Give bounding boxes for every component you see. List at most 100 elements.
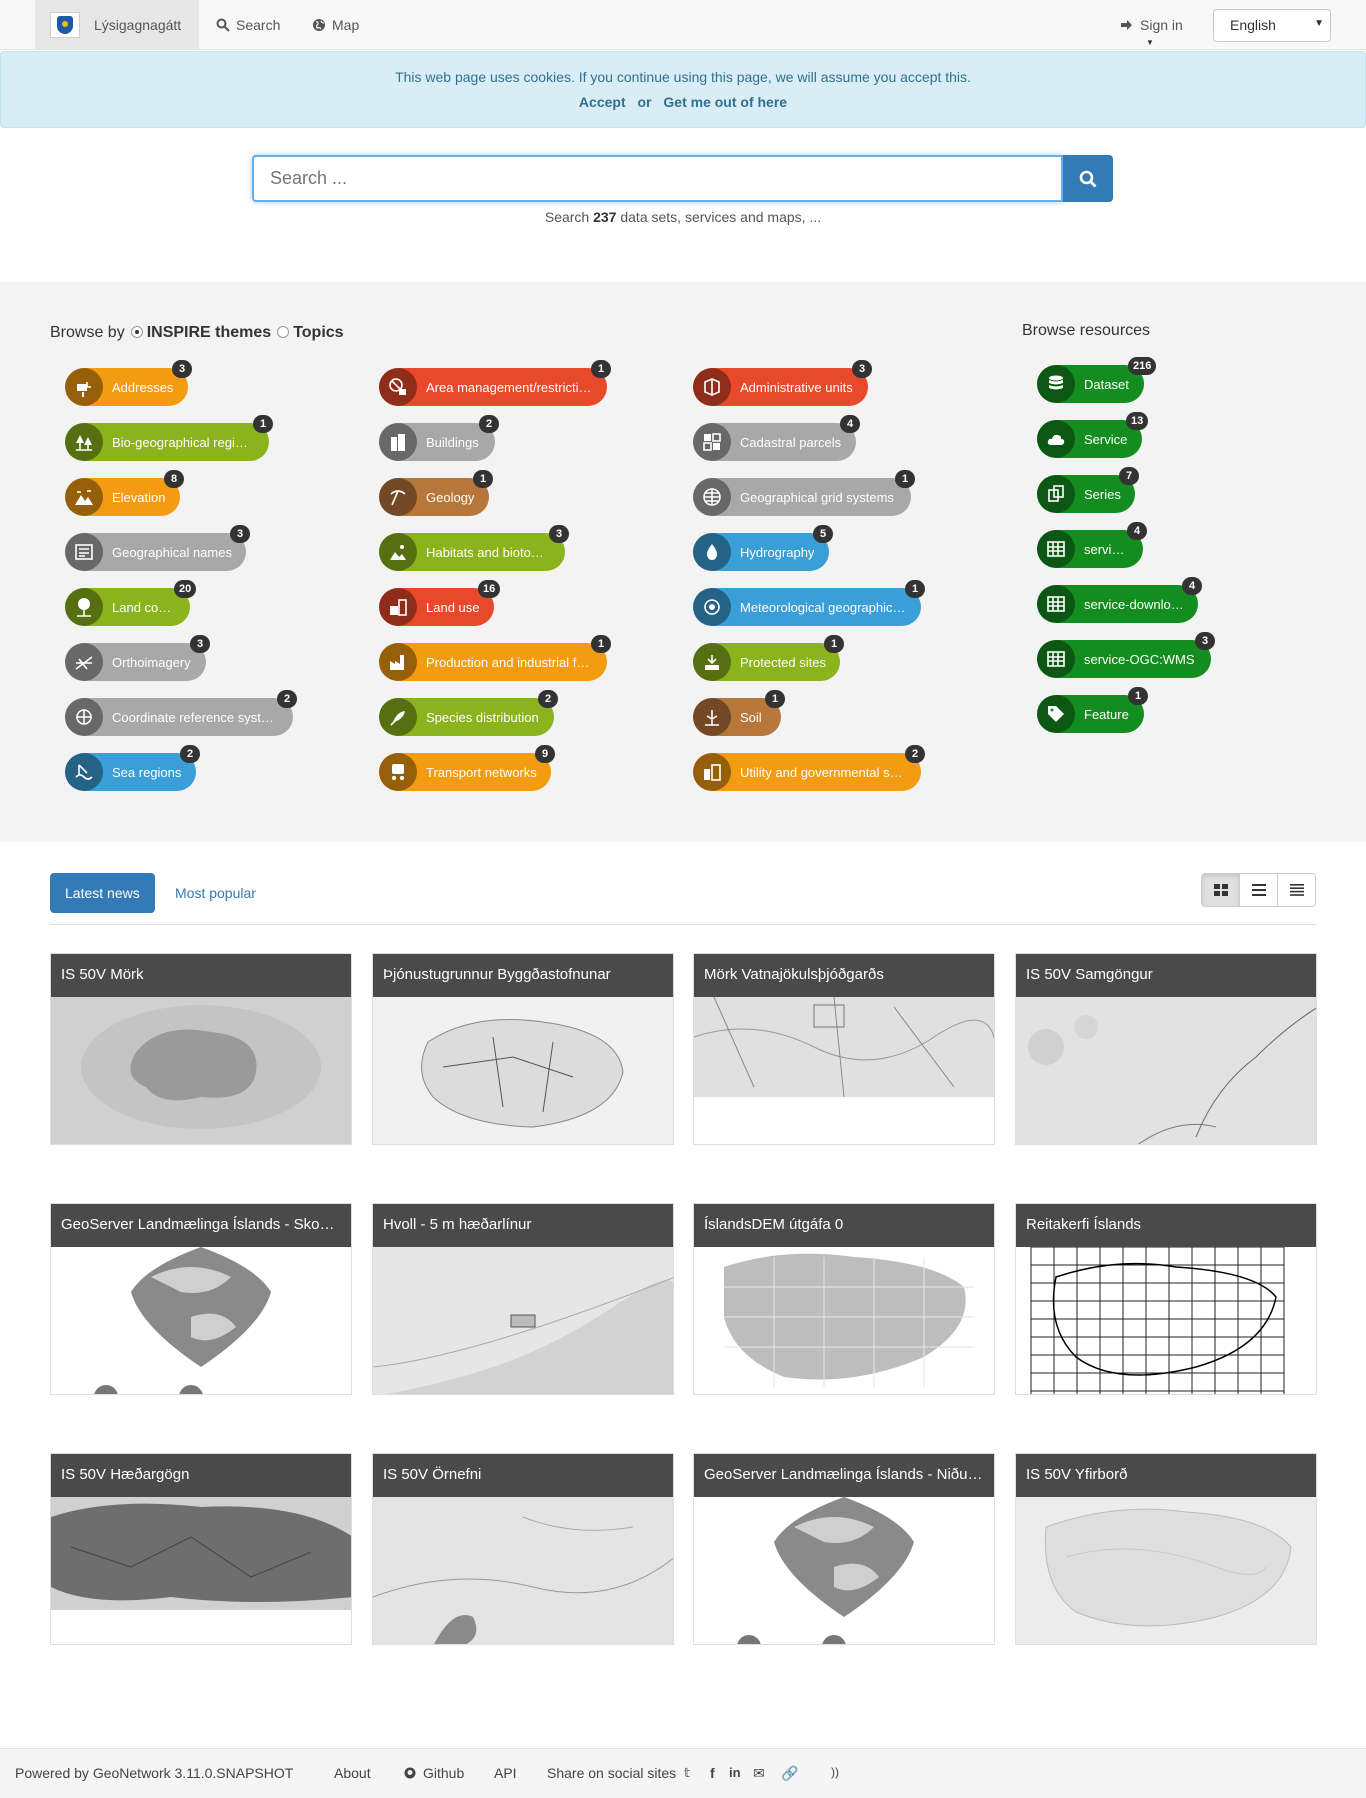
linkedin-icon[interactable]: in: [729, 1765, 741, 1780]
news-card[interactable]: IS 50V Hæðargögn: [50, 1453, 352, 1645]
language-select[interactable]: English ▼: [1213, 9, 1331, 42]
news-card[interactable]: Mörk Vatnajökulsþjóðgarðs: [693, 953, 995, 1145]
theme-sea-regions[interactable]: Sea regions 2: [65, 745, 200, 791]
grid-view-button[interactable]: [1202, 874, 1240, 906]
list-view-button[interactable]: [1240, 874, 1278, 906]
card-title[interactable]: ÍslandsDEM útgáfa 0: [694, 1204, 994, 1247]
email-icon[interactable]: ✉: [753, 1765, 765, 1782]
theme-administrative-units[interactable]: Administrative units 3: [693, 360, 872, 406]
cookie-accept-link[interactable]: Accept: [579, 94, 626, 110]
news-card[interactable]: Reitakerfi Íslands: [1015, 1203, 1317, 1395]
footer-about-link[interactable]: About: [334, 1765, 371, 1781]
search-button[interactable]: [1063, 155, 1113, 202]
chevron-down-icon[interactable]: ▼: [1146, 38, 1154, 47]
theme-soil[interactable]: Soil 1: [693, 690, 785, 736]
theme-geology[interactable]: Geology 1: [379, 470, 493, 516]
theme-production-and-industrial-facilities[interactable]: Production and industrial facilities1: [379, 635, 611, 681]
card-title[interactable]: IS 50V Hæðargögn: [51, 1454, 351, 1497]
news-card[interactable]: GeoServer Landmælinga Íslands - Skoðunar…: [50, 1203, 352, 1395]
theme-hydrography[interactable]: Hydrography 5: [693, 525, 833, 571]
theme-transport-networks[interactable]: Transport networks 9: [379, 745, 555, 791]
card-thumbnail[interactable]: [1016, 1497, 1316, 1644]
theme-species-distribution[interactable]: Species distribution 2: [379, 690, 558, 736]
theme-coordinate-reference-systems[interactable]: Coordinate reference systems 2: [65, 690, 297, 736]
card-thumbnail[interactable]: [694, 1497, 994, 1644]
theme-count-badge: 3: [172, 360, 192, 378]
theme-orthoimagery[interactable]: Orthoimagery 3: [65, 635, 210, 681]
card-thumbnail[interactable]: [373, 1497, 673, 1644]
card-title[interactable]: IS 50V Yfirborð: [1016, 1454, 1316, 1497]
news-card[interactable]: IS 50V Yfirborð: [1015, 1453, 1317, 1645]
card-thumbnail[interactable]: [51, 997, 351, 1144]
card-title[interactable]: Þjónustugrunnur Byggðastofnunar: [373, 954, 673, 997]
nav-map[interactable]: Map: [312, 0, 359, 50]
footer-github-link[interactable]: Github: [423, 1765, 464, 1781]
search-input[interactable]: [252, 155, 1063, 202]
table-view-button[interactable]: [1278, 874, 1315, 906]
theme-meteorological-geographical-features[interactable]: Meteorological geographical features1: [693, 580, 925, 626]
theme-bio-geographical-regions[interactable]: Bio-geographical regions 1: [65, 415, 273, 461]
resource-service-view[interactable]: service-view4: [1037, 522, 1147, 568]
radio-inspire[interactable]: [130, 326, 143, 338]
resource-service-download[interactable]: service-download 4: [1037, 577, 1202, 623]
theme-protected-sites[interactable]: Protected sites 1: [693, 635, 844, 681]
resource-dataset[interactable]: Dataset 216: [1037, 357, 1157, 403]
news-card[interactable]: Hvoll - 5 m hæðarlínur: [372, 1203, 674, 1395]
navbar: Lýsigagnagátt Search Map Sign in ▼ Engli…: [0, 0, 1366, 50]
radio-topics[interactable]: [277, 326, 290, 338]
brand-link[interactable]: Lýsigagnagátt: [35, 0, 199, 50]
resource-feature[interactable]: Feature 1: [1037, 687, 1148, 733]
resource-service-ogc-wms[interactable]: service-OGC:WMS 3: [1037, 632, 1215, 678]
theme-elevation[interactable]: Elevation 8: [65, 470, 184, 516]
theme-buildings[interactable]: Buildings 2: [379, 415, 499, 461]
card-title[interactable]: IS 50V Örnefni: [373, 1454, 673, 1497]
footer-api-link[interactable]: API: [494, 1765, 517, 1781]
twitter-icon[interactable]: 𝕥: [684, 1765, 690, 1781]
tab-most-popular[interactable]: Most popular: [175, 873, 256, 913]
theme-land-cover[interactable]: Land cover 20: [65, 580, 197, 626]
card-thumbnail[interactable]: [373, 1247, 673, 1394]
theme-addresses[interactable]: Addresses 3: [65, 360, 192, 406]
news-card[interactable]: Þjónustugrunnur Byggðastofnunar: [372, 953, 674, 1145]
card-thumbnail[interactable]: [694, 996, 994, 1144]
facebook-icon[interactable]: f: [710, 1765, 715, 1781]
card-thumbnail[interactable]: [51, 1247, 351, 1394]
card-title[interactable]: Hvoll - 5 m hæðarlínur: [373, 1204, 673, 1247]
rss-icon[interactable]: )): [831, 1765, 839, 1779]
card-title[interactable]: GeoServer Landmælinga Íslands - Niðurhal…: [694, 1454, 994, 1497]
theme-habitats-and-biotopes[interactable]: Habitats and biotopes 3: [379, 525, 569, 571]
nav-search[interactable]: Search: [216, 0, 280, 50]
powered-by[interactable]: Powered by GeoNetwork 3.11.0.SNAPSHOT: [15, 1765, 293, 1781]
card-thumbnail[interactable]: [373, 997, 673, 1144]
theme-label: Soil: [740, 709, 762, 725]
theme-count-badge: 1: [824, 635, 844, 653]
card-title[interactable]: IS 50V Mörk: [51, 954, 351, 997]
option-inspire-label[interactable]: INSPIRE themes: [147, 324, 271, 342]
news-card[interactable]: IS 50V Mörk: [50, 953, 352, 1145]
news-card[interactable]: IS 50V Samgöngur: [1015, 953, 1317, 1145]
card-title[interactable]: GeoServer Landmælinga Íslands - Skoðunar…: [51, 1204, 351, 1247]
cookie-leave-link[interactable]: Get me out of here: [663, 94, 787, 110]
resource-service[interactable]: Service 13: [1037, 412, 1149, 458]
news-card[interactable]: IS 50V Örnefni: [372, 1453, 674, 1645]
card-title[interactable]: Mörk Vatnajökulsþjóðgarðs: [694, 954, 994, 997]
card-thumbnail[interactable]: [51, 1497, 351, 1644]
news-card[interactable]: ÍslandsDEM útgáfa 0: [693, 1203, 995, 1395]
card-thumbnail[interactable]: [694, 1247, 994, 1394]
theme-geographical-names[interactable]: Geographical names 3: [65, 525, 250, 571]
card-title[interactable]: IS 50V Samgöngur: [1016, 954, 1316, 997]
resource-series[interactable]: Series 7: [1037, 467, 1139, 513]
theme-land-use[interactable]: Land use 16: [379, 580, 501, 626]
card-title[interactable]: Reitakerfi Íslands: [1016, 1204, 1316, 1247]
theme-cadastral-parcels[interactable]: Cadastral parcels 4: [693, 415, 860, 461]
compass-icon: [65, 698, 103, 736]
link-icon[interactable]: 🔗: [781, 1765, 798, 1782]
tab-latest-news[interactable]: Latest news: [50, 873, 155, 913]
news-card[interactable]: GeoServer Landmælinga Íslands - Niðurhal…: [693, 1453, 995, 1645]
card-thumbnail[interactable]: [1016, 997, 1316, 1144]
theme-utility-and-governmental-services[interactable]: Utility and governmental services2: [693, 745, 925, 791]
theme-geographical-grid-systems[interactable]: Geographical grid systems 1: [693, 470, 915, 516]
card-thumbnail[interactable]: [1016, 1246, 1316, 1394]
theme-area-management-restriction-regulation-zones[interactable]: Area management/restriction/regulation z…: [379, 360, 611, 406]
option-topics-label[interactable]: Topics: [293, 324, 343, 342]
